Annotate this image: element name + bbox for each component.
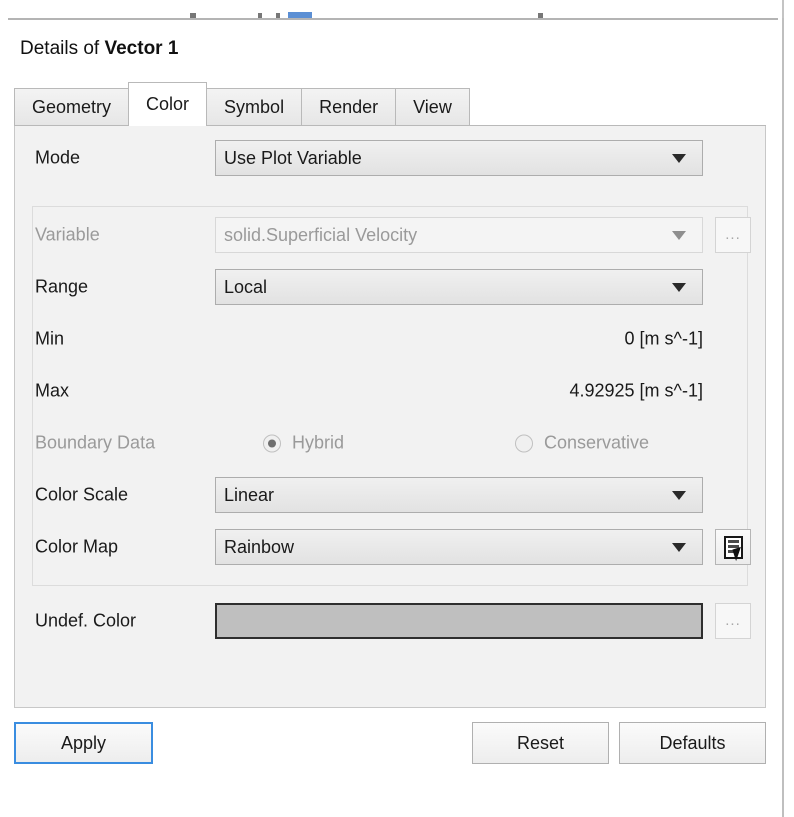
row-color-scale: Color Scale Linear [15, 472, 767, 518]
chevron-down-icon [672, 542, 686, 552]
color-scale-combobox[interactable]: Linear [215, 477, 703, 513]
chevron-down-icon [672, 153, 686, 163]
mode-value: Use Plot Variable [224, 147, 362, 168]
min-label: Min [35, 328, 65, 349]
max-label: Max [35, 380, 70, 401]
chevron-down-icon [672, 490, 686, 500]
color-map-combobox[interactable]: Rainbow [215, 529, 703, 565]
undef-color-browse-button[interactable]: ... [715, 603, 751, 639]
color-scale-label: Color Scale [35, 484, 129, 505]
row-undef-color: Undef. Color ... [15, 598, 767, 644]
tab-bar: Geometry Color Symbol Render View [14, 82, 766, 126]
mode-label: Mode [35, 147, 81, 168]
tab-geometry[interactable]: Geometry [14, 88, 130, 126]
undef-color-swatch[interactable] [215, 603, 703, 639]
tab-color[interactable]: Color [128, 82, 208, 126]
boundary-data-label: Boundary Data [35, 432, 156, 453]
radio-hybrid[interactable]: Hybrid [263, 433, 344, 454]
page-title-prefix: Details of [20, 38, 105, 59]
radio-conservative-label: Conservative [544, 432, 650, 453]
undef-color-label: Undef. Color [35, 610, 137, 631]
page-title-object: Vector 1 [104, 38, 179, 59]
radio-hybrid-label: Hybrid [292, 432, 345, 453]
variable-combobox[interactable]: solid.Superficial Velocity [215, 217, 703, 253]
window-right-border [782, 18, 784, 817]
row-variable: Variable solid.Superficial Velocity ... [15, 212, 767, 258]
color-map-value: Rainbow [224, 536, 295, 557]
mode-combobox[interactable]: Use Plot Variable [215, 140, 703, 176]
variable-value: solid.Superficial Velocity [224, 224, 418, 245]
window-edge [782, 0, 784, 20]
colormap-editor-icon [723, 535, 745, 561]
ellipsis-icon: ... [725, 226, 741, 243]
row-mode: Mode Use Plot Variable [15, 135, 767, 181]
max-value: 4.92925 [m s^-1] [569, 380, 703, 401]
variable-label: Variable [35, 224, 100, 245]
row-max: Max 4.92925 [m s^-1] [15, 368, 767, 414]
row-color-map: Color Map Rainbow [15, 524, 767, 570]
tab-symbol[interactable]: Symbol [206, 88, 303, 126]
chevron-down-icon [672, 282, 686, 292]
tab-view[interactable]: View [395, 88, 470, 126]
variable-browse-button[interactable]: ... [715, 217, 751, 253]
defaults-button[interactable]: Defaults [619, 722, 766, 764]
radio-conservative[interactable]: Conservative [515, 433, 649, 454]
page-title: Details of Vector 1 [20, 38, 178, 60]
details-panel: Details of Vector 1 Geometry Color Symbo… [0, 22, 782, 817]
reset-button[interactable]: Reset [472, 722, 609, 764]
range-combobox[interactable]: Local [215, 269, 703, 305]
range-value: Local [224, 276, 268, 297]
clipped-toolbar-remnant [0, 0, 794, 22]
cursor-arrow-icon [731, 546, 745, 561]
horizontal-divider [8, 18, 778, 20]
color-map-label: Color Map [35, 536, 119, 557]
radio-dot-icon [515, 434, 533, 452]
range-label: Range [35, 276, 89, 297]
radio-dot-icon [263, 434, 281, 452]
chevron-down-icon [672, 230, 686, 240]
color-scale-value: Linear [224, 484, 275, 505]
color-tab-content: Mode Use Plot Variable Variable solid.Su… [14, 125, 766, 708]
tab-bar-underline [14, 125, 766, 126]
row-boundary-data: Boundary Data Hybrid Conservative [15, 420, 767, 466]
min-value: 0 [m s^-1] [624, 328, 703, 349]
ellipsis-icon: ... [725, 612, 741, 629]
row-range: Range Local [15, 264, 767, 310]
tab-render[interactable]: Render [301, 88, 397, 126]
color-map-editor-button[interactable] [715, 529, 751, 565]
row-min: Min 0 [m s^-1] [15, 316, 767, 362]
apply-button[interactable]: Apply [14, 722, 153, 764]
